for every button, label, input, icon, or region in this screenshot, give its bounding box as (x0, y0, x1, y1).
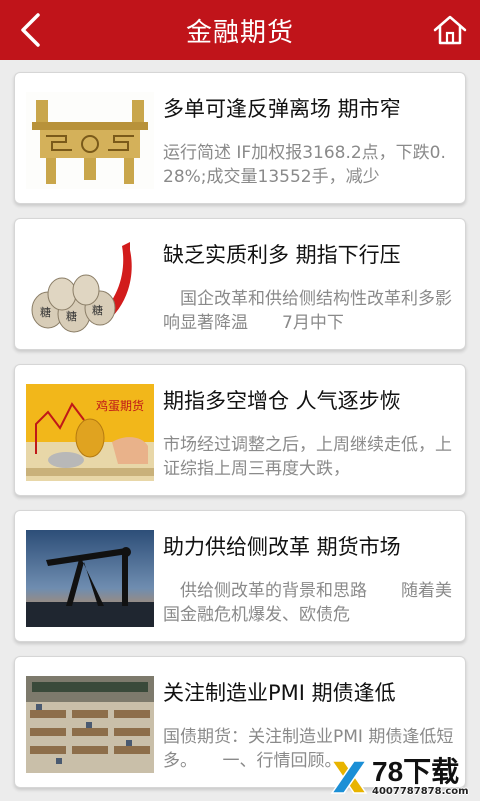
article-card[interactable]: 多单可逢反弹离场 期市窄 运行简述 IF加权报3168.2点，下跌0.28%;成… (14, 72, 466, 204)
back-button[interactable] (12, 10, 48, 50)
page-title: 金融期货 (185, 17, 294, 48)
golden-ding-vessel-image (26, 92, 154, 189)
article-summary: 运行简述 IF加权报3168.2点，下跌0.28%;成交量13552手，减少 (163, 143, 446, 187)
article-card[interactable]: 助力供给侧改革 期货市场 供给侧改革的背景和思路 随着美国金融危机爆发、欧债危 (14, 510, 466, 642)
svg-text:糖: 糖 (66, 309, 77, 323)
article-title: 多单可逢反弹离场 期市窄 (163, 97, 401, 121)
oil-pump-image (26, 530, 154, 627)
watermark-main-text: 78下载 (372, 755, 460, 787)
article-title: 关注制造业PMI 期债逢低 (163, 681, 396, 705)
article-summary: 国企改革和供给侧结构性改革利多影响显著降温 7月中下 (163, 289, 452, 333)
home-button[interactable] (430, 10, 470, 50)
chevron-left-icon (21, 13, 40, 47)
egg-futures-image: 鸡蛋期货 (26, 384, 154, 481)
article-title: 期指多空增仓 人气逐步恢 (163, 389, 401, 413)
svg-text:糖: 糖 (40, 305, 51, 319)
site-watermark: 78下载 4007787878.com (330, 754, 480, 800)
watermark-url-text: 4007787878.com (372, 785, 469, 797)
article-summary: 市场经过调整之后，上周继续走低，上证综指上周三再度大跌， (163, 435, 452, 479)
svg-text:糖: 糖 (92, 303, 103, 317)
home-icon (433, 15, 467, 45)
article-card[interactable]: 糖 糖 糖 缺乏实质利多 期指下行压 国企改革和供给侧结构性改革利多影响显著降温… (14, 218, 466, 350)
article-title: 助力供给侧改革 期货市场 (163, 535, 401, 559)
top-bar: 金融期货 (0, 0, 480, 60)
article-title: 缺乏实质利多 期指下行压 (163, 243, 401, 267)
svg-text:鸡蛋期货: 鸡蛋期货 (96, 398, 144, 413)
article-summary: 供给侧改革的背景和思路 随着美国金融危机爆发、欧债危 (163, 581, 452, 625)
trading-floor-image (26, 676, 154, 773)
sugar-bags-image: 糖 糖 糖 (26, 238, 154, 335)
article-card[interactable]: 鸡蛋期货 期指多空增仓 人气逐步恢 市场经过调整之后，上周继续走低，上证综指上周… (14, 364, 466, 496)
x-logo-icon (330, 757, 368, 797)
